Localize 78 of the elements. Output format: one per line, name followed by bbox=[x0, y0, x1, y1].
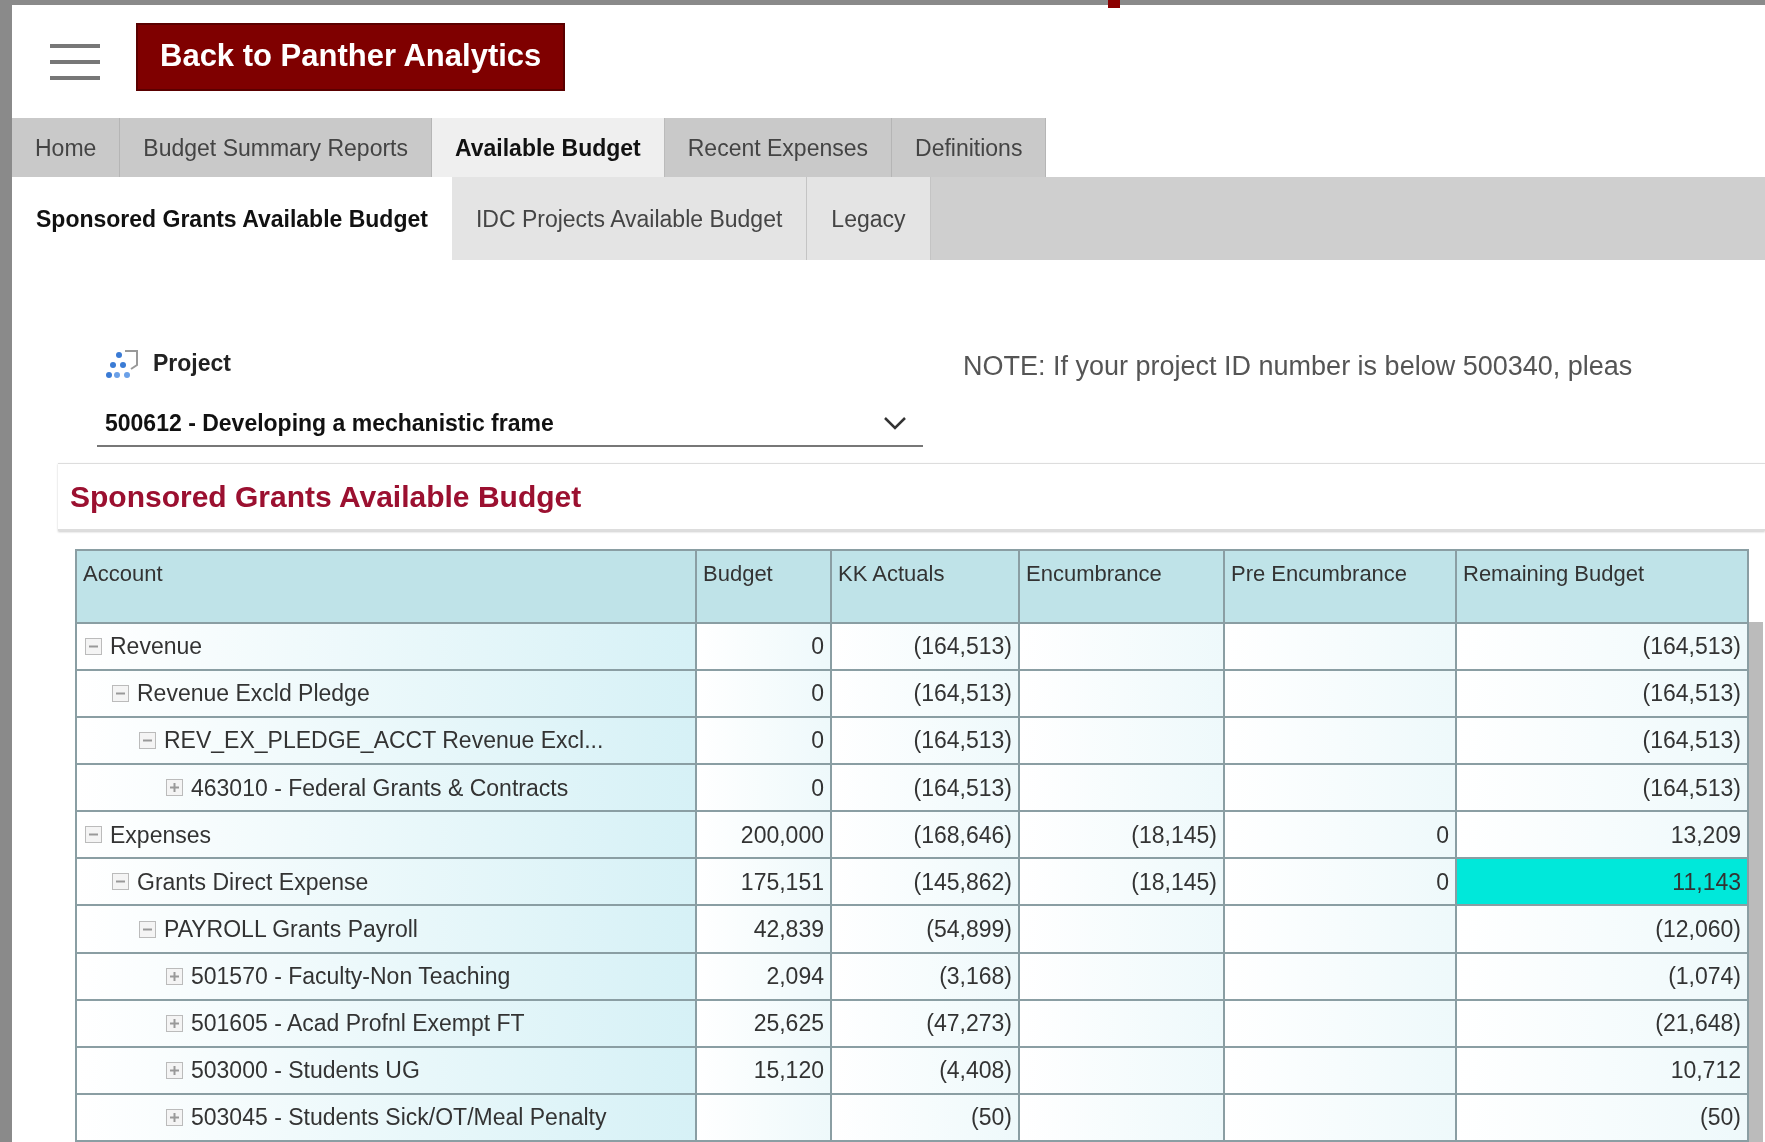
account-name: 463010 - Federal Grants & Contracts bbox=[191, 773, 569, 803]
table-cell: (50) bbox=[1456, 1093, 1748, 1141]
account-name: 501570 - Faculty-Non Teaching bbox=[191, 961, 511, 991]
collapse-icon[interactable] bbox=[85, 638, 102, 656]
account-name: REV_EX_PLEDGE_ACCT Revenue Excl... bbox=[164, 726, 604, 756]
table-cell: (4,408) bbox=[831, 1046, 1019, 1094]
sub-tab[interactable]: Legacy bbox=[807, 177, 931, 261]
column-header[interactable]: Pre Encumbrance bbox=[1224, 550, 1456, 623]
back-button[interactable]: Back to Panther Analytics bbox=[136, 22, 566, 91]
expand-icon[interactable] bbox=[166, 779, 183, 797]
account-name: Revenue bbox=[110, 632, 203, 662]
menu-icon[interactable] bbox=[50, 41, 100, 82]
expand-icon[interactable] bbox=[166, 967, 183, 985]
table-cell: (18,145) bbox=[1019, 811, 1224, 859]
expand-icon[interactable] bbox=[166, 1014, 183, 1032]
account-name: Revenue Excld Pledge bbox=[137, 679, 370, 709]
expand-icon[interactable] bbox=[166, 1108, 183, 1126]
table-cell: 200,000 bbox=[696, 811, 831, 859]
table-cell: 175,151 bbox=[696, 858, 831, 906]
collapse-icon[interactable] bbox=[112, 873, 129, 891]
sub-tab[interactable]: IDC Projects Available Budget bbox=[451, 177, 808, 261]
column-header[interactable]: Encumbrance bbox=[1019, 550, 1224, 623]
table-cell: 15,120 bbox=[696, 1046, 831, 1094]
column-header[interactable]: KK Actuals bbox=[831, 550, 1019, 623]
table-cell: (145,862) bbox=[831, 858, 1019, 906]
account-name: PAYROLL Grants Payroll bbox=[164, 914, 418, 944]
table-cell: 0 bbox=[696, 670, 831, 718]
project-dropdown[interactable]: 500612 - Developing a mechanistic frame bbox=[97, 400, 923, 447]
filter-label: Project bbox=[153, 349, 231, 379]
account-name: Grants Direct Expense bbox=[137, 867, 369, 897]
table-cell: (164,513) bbox=[831, 717, 1019, 765]
collapse-icon[interactable] bbox=[85, 826, 102, 844]
table-cell: 25,625 bbox=[696, 999, 831, 1047]
table-cell: 42,839 bbox=[696, 905, 831, 953]
expand-icon[interactable] bbox=[166, 1061, 183, 1079]
table-cell: (164,513) bbox=[831, 623, 1019, 671]
table-cell: (54,899) bbox=[831, 905, 1019, 953]
collapse-icon[interactable] bbox=[139, 920, 156, 938]
table-cell: 10,712 bbox=[1456, 1046, 1748, 1094]
account-name: 503000 - Students UG bbox=[191, 1056, 420, 1085]
table-cell: 11,143 bbox=[1456, 858, 1748, 906]
scrollbar[interactable] bbox=[1749, 622, 1763, 1142]
table-cell: 0 bbox=[696, 717, 831, 765]
collapse-icon[interactable] bbox=[112, 685, 129, 703]
nav-tab[interactable]: Available Budget bbox=[432, 118, 665, 178]
hierarchy-icon bbox=[105, 348, 139, 379]
table-cell: (12,060) bbox=[1456, 905, 1748, 953]
table-cell: (168,646) bbox=[831, 811, 1019, 859]
sub-tab[interactable]: Sponsored Grants Available Budget bbox=[12, 177, 452, 261]
table-cell: 0 bbox=[1224, 858, 1456, 906]
table-cell: (21,648) bbox=[1456, 999, 1748, 1047]
note-text: NOTE: If your project ID number is below 500340, pleas bbox=[963, 350, 1633, 384]
table-cell: 13,209 bbox=[1456, 811, 1748, 859]
report-title: Sponsored Grants Available Budget bbox=[70, 479, 582, 515]
table-cell: (3,168) bbox=[831, 952, 1019, 1000]
table-cell: 0 bbox=[1224, 811, 1456, 859]
chevron-down-icon bbox=[883, 415, 907, 430]
tab-marker bbox=[1108, 0, 1120, 8]
table-cell: (47,273) bbox=[831, 999, 1019, 1047]
table-cell: (164,513) bbox=[831, 670, 1019, 718]
table-cell: (164,513) bbox=[1456, 717, 1748, 765]
column-header[interactable]: Remaining Budget bbox=[1456, 550, 1748, 623]
column-header[interactable]: Account bbox=[76, 550, 696, 623]
table-cell: (50) bbox=[831, 1093, 1019, 1141]
account-name: Expenses bbox=[110, 820, 211, 850]
table-cell: (18,145) bbox=[1019, 858, 1224, 906]
collapse-icon[interactable] bbox=[139, 732, 156, 750]
table-cell: (164,513) bbox=[1456, 670, 1748, 718]
table-cell: (164,513) bbox=[831, 764, 1019, 812]
account-name: 503045 - Students Sick/OT/Meal Penalty bbox=[191, 1103, 607, 1133]
table-cell: (1,074) bbox=[1456, 952, 1748, 1000]
table-cell: 0 bbox=[696, 623, 831, 671]
column-header[interactable]: Budget bbox=[696, 550, 831, 623]
table-cell: (164,513) bbox=[1456, 623, 1748, 671]
table-cell: (164,513) bbox=[1456, 764, 1748, 812]
table-cell: 2,094 bbox=[696, 952, 831, 1000]
account-name: 501605 - Acad Profnl Exempt FT bbox=[191, 1008, 525, 1038]
table-cell: 0 bbox=[696, 764, 831, 812]
